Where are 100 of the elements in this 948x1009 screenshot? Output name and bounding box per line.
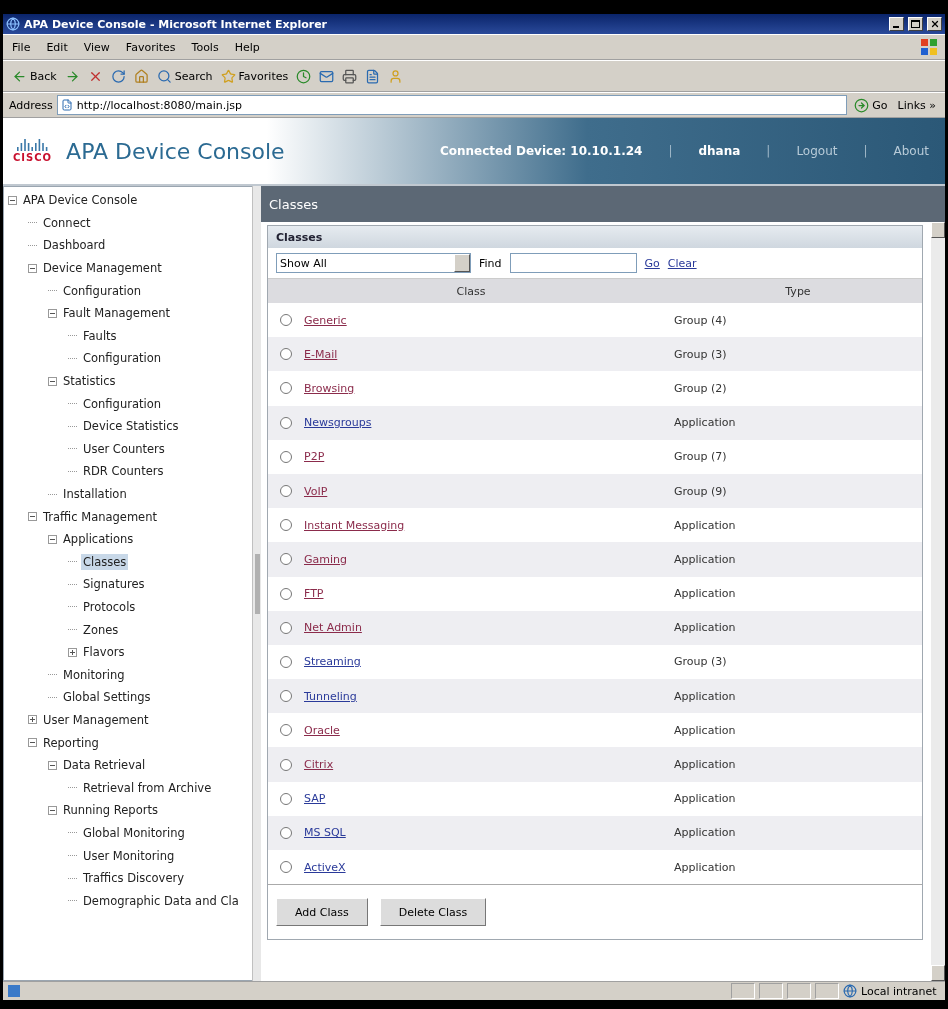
menu-item[interactable]: File	[9, 38, 34, 56]
radio-button[interactable]	[280, 587, 292, 600]
tree-item[interactable]: Zones	[81, 621, 121, 638]
tree-item[interactable]: Traffics Discovery	[81, 870, 186, 887]
class-link[interactable]: Newsgroups	[304, 416, 372, 430]
radio-button[interactable]	[280, 792, 292, 805]
radio-button[interactable]	[280, 553, 292, 566]
class-link[interactable]: VoIP	[304, 484, 328, 498]
radio-button[interactable]	[280, 314, 292, 327]
back-button[interactable]: Back	[9, 66, 60, 86]
class-link[interactable]: Gaming	[304, 552, 347, 566]
menu-item[interactable]: Tools	[188, 38, 222, 56]
tree-item[interactable]: RDR Counters	[81, 463, 166, 480]
tree-item[interactable]: Faults	[81, 327, 119, 344]
collapse-icon[interactable]	[28, 512, 37, 522]
radio-button[interactable]	[280, 758, 292, 771]
tree-item[interactable]: Fault Management	[61, 305, 172, 322]
radio-button[interactable]	[280, 655, 292, 668]
radio-button[interactable]	[280, 861, 292, 874]
maximize-button[interactable]	[908, 17, 923, 31]
class-link[interactable]: Streaming	[304, 655, 361, 669]
expand-icon[interactable]	[68, 647, 77, 657]
radio-button[interactable]	[280, 621, 292, 634]
filter-select[interactable]: Show All	[276, 253, 471, 273]
expand-icon[interactable]	[28, 715, 37, 725]
tree-item[interactable]: Reporting	[41, 734, 101, 751]
clear-link[interactable]: Clear	[667, 256, 697, 270]
splitter-handle[interactable]	[254, 553, 260, 614]
class-link[interactable]: Generic	[304, 313, 347, 327]
tree-item[interactable]: APA Device Console	[21, 192, 140, 209]
tree-item[interactable]: Configuration	[61, 282, 143, 299]
collapse-icon[interactable]	[48, 376, 57, 386]
tree-item[interactable]: Dashboard	[41, 237, 108, 254]
collapse-icon[interactable]	[48, 534, 57, 544]
add-button[interactable]: Add Class	[276, 898, 368, 927]
tree-item[interactable]: Configuration	[81, 395, 163, 412]
radio-button[interactable]	[280, 690, 292, 703]
header-link[interactable]: About	[887, 144, 935, 158]
header-link[interactable]: Logout	[790, 144, 844, 158]
class-link[interactable]: ActiveX	[304, 860, 346, 874]
radio-button[interactable]	[280, 519, 292, 532]
menu-item[interactable]: Edit	[43, 38, 71, 56]
tree-item[interactable]: Signatures	[81, 576, 147, 593]
radio-button[interactable]	[280, 485, 292, 498]
radio-button[interactable]	[280, 724, 292, 737]
class-link[interactable]: Tunneling	[304, 689, 357, 703]
scrollbar[interactable]	[931, 222, 945, 981]
tree-item[interactable]: User Monitoring	[81, 847, 177, 864]
collapse-icon[interactable]	[28, 263, 37, 273]
class-link[interactable]: Net Admin	[304, 621, 362, 635]
menu-item[interactable]: Favorites	[122, 38, 179, 56]
tree-item[interactable]: User Counters	[81, 440, 167, 457]
links-button[interactable]: Links »	[894, 96, 939, 114]
tree-item[interactable]: Installation	[61, 486, 129, 502]
find-field[interactable]	[509, 253, 637, 273]
class-link[interactable]: MS SQL	[304, 826, 346, 840]
tree-item[interactable]: Protocols	[81, 599, 138, 615]
collapse-icon[interactable]	[48, 308, 57, 318]
class-link[interactable]: Citrix	[304, 758, 334, 772]
collapse-icon[interactable]	[48, 760, 57, 770]
radio-button[interactable]	[280, 450, 292, 463]
collapse-icon[interactable]	[48, 805, 57, 815]
class-link[interactable]: SAP	[304, 792, 326, 806]
tree-item[interactable]: Traffic Management	[41, 508, 159, 525]
close-button[interactable]	[927, 17, 942, 31]
tree-item[interactable]: Global Settings	[61, 689, 153, 706]
collapse-icon[interactable]	[8, 195, 17, 205]
class-link[interactable]: Browsing	[304, 381, 355, 395]
radio-button[interactable]	[280, 826, 292, 839]
radio-button[interactable]	[280, 348, 292, 361]
go-button[interactable]: Go	[851, 95, 891, 115]
tree-item[interactable]: Applications	[61, 531, 136, 548]
tree-item[interactable]: Retrieval from Archive	[81, 779, 214, 796]
tree-item[interactable]: Statistics	[61, 373, 118, 390]
address-field[interactable]: http://localhost:8080/main.jsp	[56, 95, 848, 115]
class-link[interactable]: E-Mail	[304, 347, 338, 361]
class-link[interactable]: Instant Messaging	[304, 518, 405, 532]
tree-item[interactable]: Device Management	[41, 260, 164, 277]
favorites-button[interactable]: Favorites	[217, 66, 292, 86]
tree-item[interactable]: Connect	[41, 214, 93, 231]
tree-item[interactable]: Flavors	[81, 644, 127, 661]
menu-item[interactable]: Help	[231, 38, 263, 56]
tree-item[interactable]: Data Retrieval	[61, 757, 148, 774]
radio-button[interactable]	[280, 382, 292, 395]
collapse-icon[interactable]	[28, 738, 37, 748]
tree-item[interactable]: Global Monitoring	[81, 824, 187, 841]
class-link[interactable]: FTP	[304, 587, 324, 601]
tree-item[interactable]: Configuration	[81, 350, 163, 367]
class-link[interactable]: Oracle	[304, 723, 340, 737]
menu-item[interactable]: View	[80, 38, 113, 56]
class-link[interactable]: P2P	[304, 450, 325, 464]
tree-item[interactable]: Classes	[81, 553, 129, 570]
search-button[interactable]: Search	[153, 66, 216, 86]
tree-item[interactable]: Monitoring	[61, 666, 127, 683]
tree-item[interactable]: User Management	[41, 711, 151, 728]
minimize-button[interactable]	[889, 17, 904, 31]
delete-button[interactable]: Delete Class	[379, 898, 487, 927]
tree-item[interactable]: Demographic Data and Cla	[81, 892, 241, 909]
go-link[interactable]: Go	[644, 256, 660, 270]
tree-item[interactable]: Device Statistics	[81, 418, 181, 435]
